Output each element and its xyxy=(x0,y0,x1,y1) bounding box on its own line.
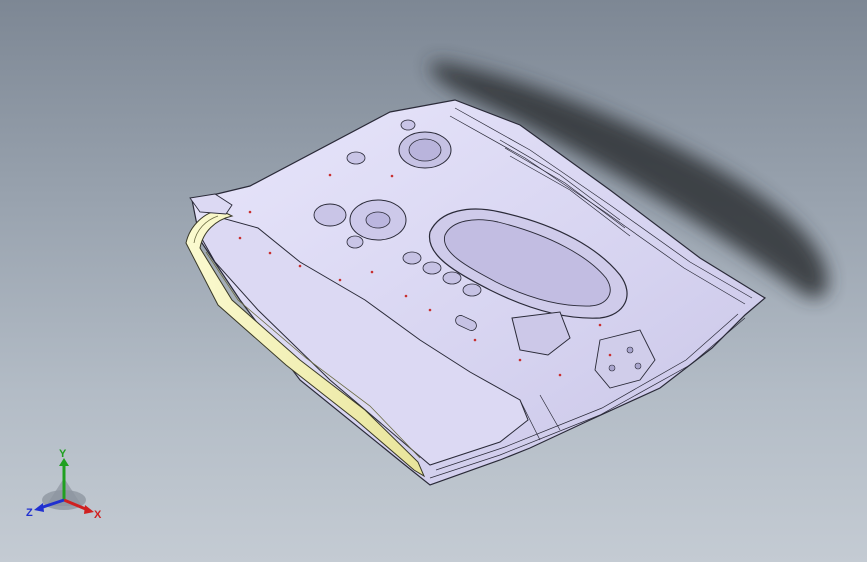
z-axis-label: Z xyxy=(26,507,33,519)
orientation-triad[interactable]: Y X Z xyxy=(24,448,104,528)
cad-model-view[interactable] xyxy=(0,0,867,562)
z-axis-head xyxy=(34,503,44,512)
x-axis-head xyxy=(84,505,94,514)
y-axis-label: Y xyxy=(59,448,67,460)
small-hole-1 xyxy=(346,151,366,165)
round-hole-mid-inner xyxy=(365,211,391,229)
round-hole-left xyxy=(313,203,347,227)
graphics-viewport[interactable]: Y X Z xyxy=(0,0,867,562)
small-hole-2 xyxy=(400,119,416,131)
x-axis-label: X xyxy=(94,509,102,521)
speaker-hole-top-inner xyxy=(408,138,442,162)
small-hole-3 xyxy=(346,235,364,249)
